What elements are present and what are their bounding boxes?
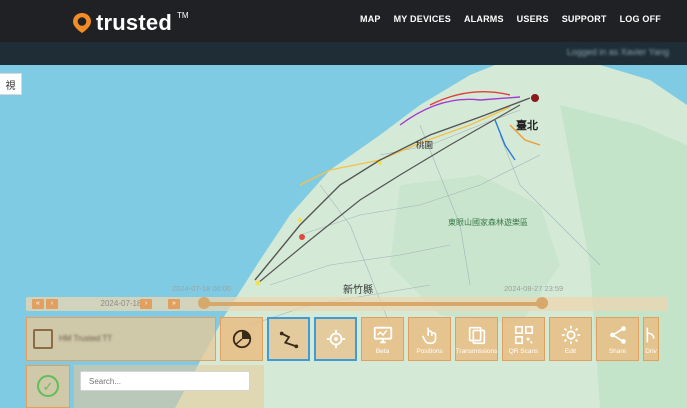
- nav-log-off[interactable]: LOG OFF: [620, 14, 661, 24]
- playback-timeline: « ‹ 2024-07-18 › » 2024-07-18 00:00 2024…: [26, 284, 668, 311]
- drive-button[interactable]: Driv: [643, 317, 659, 361]
- nav-alarms[interactable]: ALARMS: [464, 14, 504, 24]
- timeline-last-button[interactable]: »: [168, 299, 180, 309]
- device-name: HM Trusted TT: [59, 334, 113, 343]
- location-pin-icon: [73, 13, 91, 33]
- device-search-input[interactable]: [80, 371, 250, 391]
- device-card[interactable]: HM Trusted TT: [26, 317, 216, 361]
- qr-scans-button[interactable]: QR Scans: [502, 317, 545, 361]
- search-area: [74, 365, 264, 408]
- drive-label: Driv: [645, 347, 657, 355]
- timeline-end-handle[interactable]: [536, 297, 548, 309]
- share-button[interactable]: Share: [596, 317, 639, 361]
- route-button[interactable]: [267, 317, 310, 361]
- transmissions-label: Transmissions: [455, 347, 498, 355]
- map-label-forest-park: 東眼山國家森林遊樂區: [448, 217, 528, 227]
- nav-map[interactable]: MAP: [360, 14, 381, 24]
- beta-label: Beta: [375, 347, 390, 355]
- timeline-range-track[interactable]: [204, 302, 542, 306]
- map-label-taoyuan: 桃園: [416, 140, 433, 150]
- qr-scans-label: QR Scans: [508, 347, 539, 355]
- layers-icon: [468, 326, 485, 344]
- check-circle-icon: ✓: [37, 375, 59, 397]
- pie-chart-icon: [232, 329, 251, 349]
- nav-my-devices[interactable]: MY DEVICES: [394, 14, 451, 24]
- locate-button[interactable]: [314, 317, 357, 361]
- map-view[interactable]: 臺北 新竹縣 桃園 東眼山國家森林遊樂區 視 « ‹ 2024-07-18 › …: [0, 65, 687, 408]
- status-tile[interactable]: ✓: [26, 365, 70, 408]
- share-icon: [609, 325, 626, 344]
- timeline-prev-button[interactable]: ‹: [46, 299, 58, 309]
- map-label-hsinchu-county: 新竹縣: [343, 283, 373, 296]
- logged-in-user: Logged in as Xavier Yang: [566, 47, 669, 57]
- touch-icon: [421, 327, 436, 344]
- user-status-bar: Logged in as Xavier Yang: [0, 42, 687, 65]
- timeline-first-button[interactable]: «: [32, 299, 44, 309]
- share-label: Share: [608, 347, 627, 355]
- timeline-end-time: 2024-08-27 23:59: [504, 284, 564, 293]
- gear-icon: [561, 325, 580, 344]
- positions-button[interactable]: Positions: [408, 317, 451, 361]
- device-panel: HM Trusted TT Beta Positions Transmissio…: [24, 313, 687, 408]
- edit-button[interactable]: Edit: [549, 317, 592, 361]
- route-icon: [279, 331, 298, 349]
- device-select-checkbox[interactable]: [33, 329, 53, 349]
- timeline-next-button[interactable]: ›: [140, 299, 152, 309]
- trusted-logo[interactable]: trusted TM: [72, 10, 189, 36]
- crosshair-icon: [326, 329, 345, 349]
- beta-button[interactable]: Beta: [361, 317, 404, 361]
- monitor-icon: [373, 326, 392, 343]
- positions-label: Positions: [416, 347, 443, 355]
- side-tab[interactable]: 視: [0, 73, 22, 95]
- top-navigation-bar: trusted TM MAP MY DEVICES ALARMS USERS S…: [0, 0, 687, 42]
- map-label-taipei: 臺北: [516, 118, 538, 132]
- nav-support[interactable]: SUPPORT: [562, 14, 607, 24]
- brand-trademark: TM: [176, 10, 189, 20]
- edit-label: Edit: [564, 347, 577, 355]
- stats-button[interactable]: [220, 317, 263, 361]
- brand-name: trusted: [96, 10, 172, 35]
- timeline-start-handle[interactable]: [198, 297, 210, 309]
- nav-users[interactable]: USERS: [517, 14, 549, 24]
- timeline-start-time: 2024-07-18 00:00: [172, 284, 232, 293]
- transmissions-button[interactable]: Transmissions: [455, 317, 498, 361]
- branch-icon: [646, 327, 655, 342]
- device-action-toolbar: Beta Positions Transmissions QR Scans Ed…: [220, 317, 659, 361]
- main-menu: MAP MY DEVICES ALARMS USERS SUPPORT LOG …: [360, 14, 661, 24]
- qr-code-icon: [514, 325, 533, 344]
